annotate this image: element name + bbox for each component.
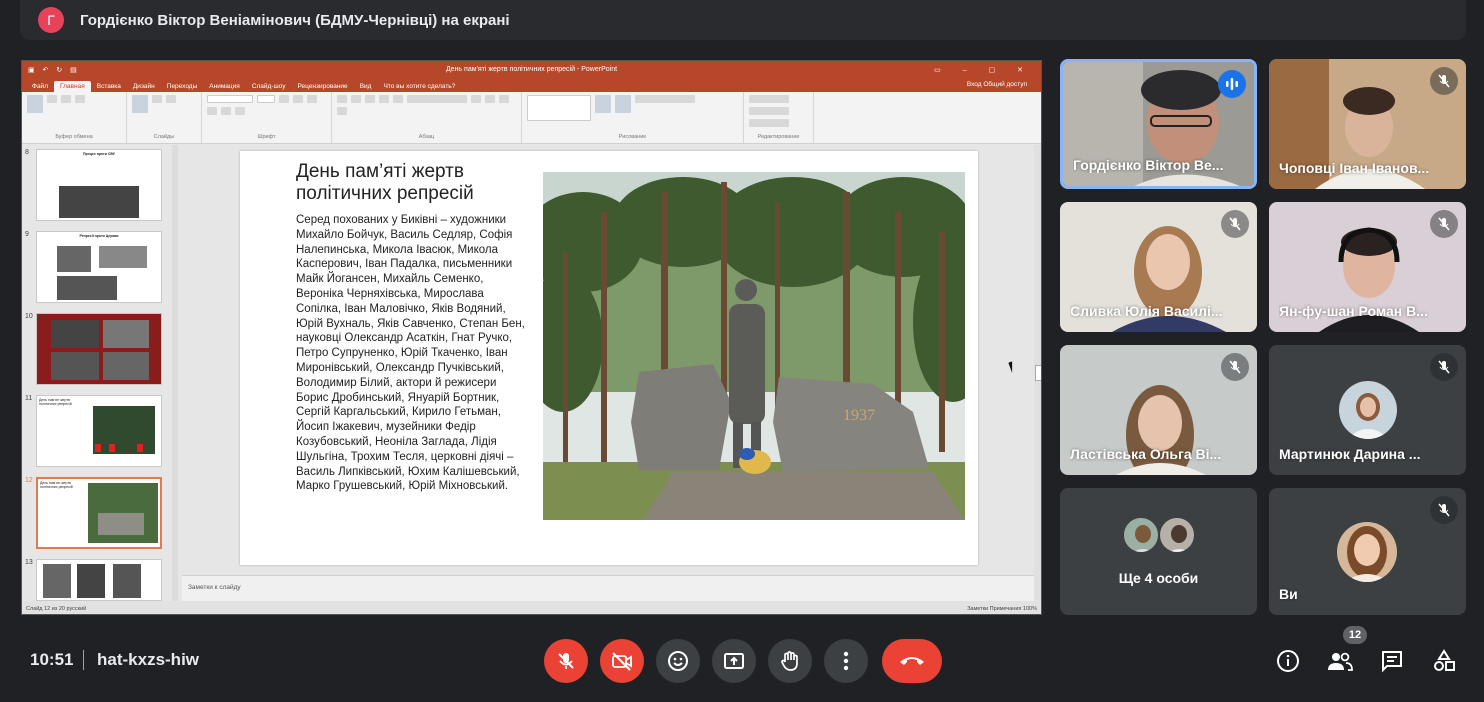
info-icon (1277, 650, 1299, 672)
avatar (1337, 522, 1397, 582)
mic-off-icon (1430, 496, 1458, 524)
mic-off-icon (1430, 210, 1458, 238)
participant-name: Мартинюк Дарина ... (1279, 446, 1421, 462)
avatar (1158, 516, 1196, 554)
raise-hand-button[interactable] (768, 639, 812, 683)
slide-title: День пам’яті жертв політичних репресій (296, 161, 474, 204)
participant-tile[interactable]: Мартинюк Дарина ... (1269, 345, 1466, 475)
participant-tile-speaker[interactable]: Гордієнко Віктор Ве... (1060, 59, 1257, 189)
avatar (1339, 381, 1397, 439)
present-screen-button[interactable] (712, 639, 756, 683)
self-tile[interactable]: Ви (1269, 488, 1466, 615)
ppt-tab[interactable]: Дизайн (127, 81, 161, 92)
ribbon-group-font: Шрифт (202, 92, 332, 143)
leave-call-button[interactable] (882, 639, 942, 683)
people-button[interactable] (1327, 648, 1353, 674)
people-icon (1328, 652, 1353, 671)
ribbon-group-drawing: Рисование (522, 92, 744, 143)
ppt-ribbon-tabs: Файл Главная Вставка Дизайн Переходы Ани… (22, 78, 1041, 92)
participant-name: Чоповці Іван Іванов... (1279, 160, 1430, 176)
participant-tile[interactable]: Сливка Юлія Василі... (1060, 202, 1257, 332)
status-right: Заметки Примечания 100% (967, 605, 1037, 612)
slide-scrollbar[interactable] (1034, 145, 1041, 601)
reactions-button[interactable] (656, 639, 700, 683)
others-tile[interactable]: Ще 4 особи (1060, 488, 1257, 615)
avatar (1122, 516, 1160, 554)
activities-button[interactable] (1431, 648, 1457, 674)
ppt-tab[interactable]: Вставка (91, 81, 127, 92)
more-options-button[interactable] (824, 639, 868, 683)
ppt-titlebar: ▣ ↶ ↻ ▤ День пам'яті жертв політичних ре… (22, 61, 1041, 78)
ppt-tab[interactable]: Анимация (203, 81, 246, 92)
mic-off-icon (1430, 353, 1458, 381)
mic-off-icon (558, 653, 574, 669)
ppt-tab-active[interactable]: Главная (53, 81, 91, 92)
chat-icon (1382, 651, 1402, 673)
participant-name: Ян-фу-шан Роман В... (1279, 303, 1428, 319)
self-label: Ви (1279, 586, 1298, 602)
window-controls-icon: ▭ – ▢ ✕ (934, 66, 1033, 74)
mic-off-icon (1221, 210, 1249, 238)
speaking-indicator-icon (1218, 70, 1246, 98)
clock: 10:51 (30, 650, 74, 669)
slide-thumbnails: 8 Процес проти СВУ 9 Репресії проти Церк… (22, 145, 182, 601)
ppt-status-bar: Слайд 12 из 20 русский Заметки Примечани… (22, 601, 1041, 614)
mic-off-icon (1430, 67, 1458, 95)
slide-editor: День пам’яті жертв політичних репресій С… (182, 145, 1034, 575)
meeting-details-button[interactable] (1275, 648, 1301, 674)
emoji-icon (668, 651, 688, 671)
hand-icon (781, 651, 798, 671)
presenter-bar: Г Гордієнко Віктор Веніамінович (БДМУ-Че… (20, 0, 1466, 40)
ppt-doc-title: День пам'яті жертв політичних репресій -… (445, 66, 618, 73)
memorial-year: 1937 (843, 407, 875, 424)
shared-screen: ▣ ↶ ↻ ▤ День пам'яті жертв політичних ре… (21, 60, 1042, 615)
camera-off-icon (612, 652, 632, 671)
ppt-ribbon: Буфер обмена Слайды Шрифт Абзац Рисовани… (22, 92, 1041, 144)
participant-tile[interactable]: Ластівська Ольга Ві... (1060, 345, 1257, 475)
memorial-photo: 1937 (543, 172, 965, 520)
divider (83, 650, 84, 670)
ppt-tell-me[interactable]: Что вы хотите сделать? (377, 81, 461, 92)
shapes-icon (1434, 649, 1455, 671)
ppt-tab[interactable]: Переходы (161, 81, 204, 92)
participant-count-badge: 12 (1343, 626, 1367, 644)
participant-name: Гордієнко Віктор Ве... (1073, 157, 1224, 173)
ppt-share[interactable]: Вход Общий доступ (961, 79, 1033, 90)
camera-toggle-button[interactable] (600, 639, 644, 683)
thumbnail-scrollbar[interactable] (172, 145, 178, 601)
ppt-tab[interactable]: Слайд-шоу (246, 81, 292, 92)
presenter-avatar: Г (38, 7, 64, 33)
ribbon-group-clipboard: Буфер обмена (22, 92, 127, 143)
ppt-tab[interactable]: Файл (26, 81, 54, 92)
ribbon-group-editing: Редактирование (744, 92, 814, 143)
notes-pane[interactable]: Заметки к слайду (182, 575, 1034, 601)
chat-button[interactable] (1379, 648, 1405, 674)
slide-body-text: Серед похованих у Биківні – художники Ми… (296, 214, 525, 493)
present-icon (724, 653, 744, 669)
hang-up-icon (900, 657, 924, 665)
memorial-photo-drawing: 1937 (543, 172, 965, 520)
slide-counter: Слайд 12 из 20 русский (26, 605, 87, 612)
participant-name: Ластівська Ольга Ві... (1070, 446, 1222, 462)
ribbon-group-paragraph: Абзац (332, 92, 522, 143)
ppt-tab[interactable]: Вид (354, 81, 378, 92)
meeting-code: hat-kxzs-hiw (97, 650, 200, 669)
presenter-title: Гордієнко Віктор Веніамінович (БДМУ-Черн… (80, 11, 510, 29)
others-count-label: Ще 4 особи (1118, 570, 1199, 586)
ribbon-group-slides: Слайды (127, 92, 202, 143)
more-vert-icon (843, 651, 849, 671)
mic-off-icon (1221, 353, 1249, 381)
current-slide: День пам’яті жертв політичних репресій С… (240, 151, 978, 565)
ppt-tab[interactable]: Рецензирование (291, 81, 353, 92)
participant-name: Сливка Юлія Василі... (1070, 303, 1223, 319)
participant-tile[interactable]: Ян-фу-шан Роман В... (1269, 202, 1466, 332)
control-bar: 10:51 hat-kxzs-hiw 12 (0, 620, 1484, 702)
mic-toggle-button[interactable] (544, 639, 588, 683)
participant-tile[interactable]: Чоповці Іван Іванов... (1269, 59, 1466, 189)
